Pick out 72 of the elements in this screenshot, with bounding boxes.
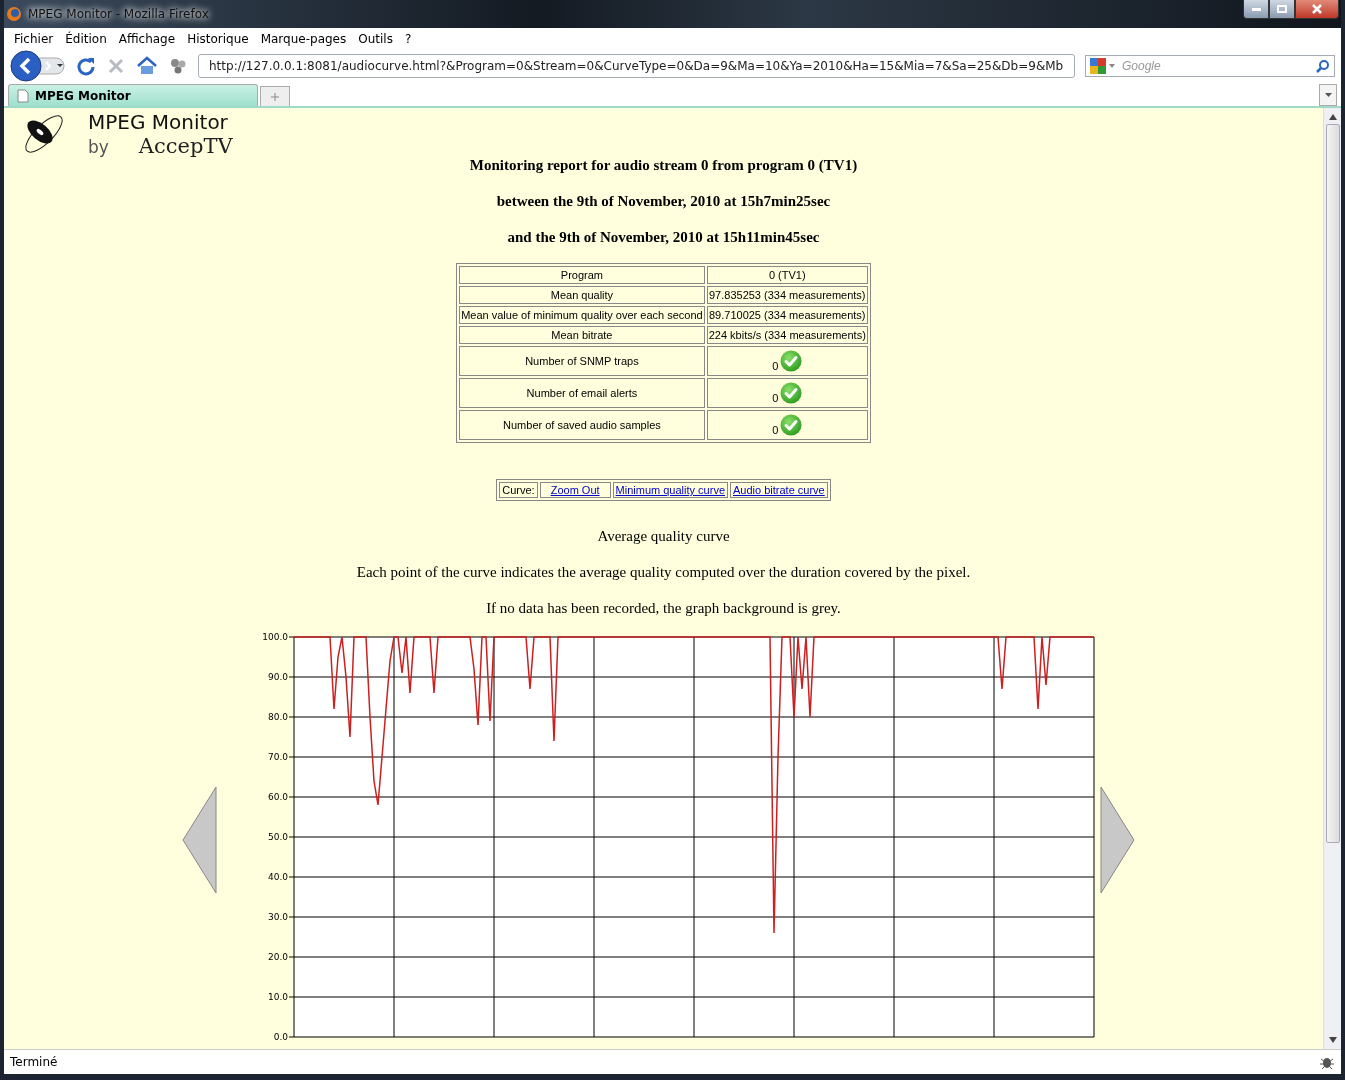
check-icon (780, 382, 803, 404)
table-cell: Mean quality (459, 286, 705, 304)
window-title: MPEG Monitor - Mozilla Firefox (28, 7, 210, 21)
table-cell: Program (459, 266, 705, 284)
check-icon (780, 350, 803, 372)
menu-item[interactable]: Marque-pages (254, 32, 353, 46)
report-heading: and the 9th of November, 2010 at 15h11min45sec (507, 228, 820, 247)
report-heading: Monitoring report for audio stream 0 from program 0 (TV1) (469, 156, 858, 175)
curve-link[interactable]: Minimum quality curve (615, 484, 725, 496)
table-cell: Mean bitrate (459, 326, 705, 344)
count-value: 0 (772, 424, 779, 436)
scroll-up-icon[interactable] (1328, 114, 1337, 120)
search-field[interactable]: Google (1085, 55, 1335, 77)
search-icon[interactable] (1316, 59, 1330, 73)
menu-item[interactable]: Historique (181, 32, 255, 46)
table-cell: Number of SNMP traps (459, 346, 705, 376)
menu-item[interactable]: ? (398, 32, 418, 46)
firefox-icon (6, 6, 22, 22)
table-cell: Mean value of minimum quality over each second (459, 306, 705, 324)
back-icon[interactable] (10, 50, 66, 82)
table-cell: Number of email alerts (459, 378, 705, 408)
y-tick-label: 20.0 (267, 952, 288, 962)
google-icon (1090, 58, 1116, 74)
table-cell: Number of saved audio samples (459, 410, 705, 440)
count-value: 0 (772, 392, 779, 404)
logo-title: MPEG Monitor (88, 110, 229, 134)
description-text: Average quality curve (597, 527, 730, 546)
menu-item[interactable]: Outils (352, 32, 399, 46)
table-cell: 0 (TV1) (706, 266, 868, 284)
menu-item[interactable]: Édition (59, 32, 113, 46)
logo-brand: AccepTV (138, 134, 233, 158)
description-text: If no data has been recorded, the graph background is grey. (486, 599, 841, 618)
y-tick-label: 70.0 (267, 752, 288, 762)
browser-tab[interactable]: MPEG Monitor (8, 84, 258, 106)
y-tick-label: 60.0 (267, 792, 288, 802)
y-tick-label: 10.0 (267, 992, 288, 1002)
close-icon (1312, 4, 1322, 14)
table-cell: 97.835253 (334 measurements) (706, 286, 868, 304)
table-cell: 224 kbits/s (334 measurements) (706, 326, 868, 344)
report-heading: between the 9th of November, 2010 at 15h7min25sec (496, 192, 831, 211)
table-cell: 89.710025 (334 measurements) (706, 306, 868, 324)
count-value: 0 (772, 360, 779, 372)
caret-icon (1324, 93, 1332, 97)
curve-link[interactable]: Zoom Out (542, 484, 608, 496)
scroll-down-icon[interactable] (1328, 1037, 1337, 1043)
page-icon (17, 88, 29, 103)
minimize-icon (1251, 7, 1261, 11)
logo-by: by (88, 137, 109, 157)
home-icon[interactable] (136, 56, 158, 76)
maximize-icon (1277, 5, 1287, 13)
status-text: Terminé (10, 1055, 59, 1069)
menu-item[interactable]: Fichier (8, 32, 60, 46)
plus-icon (271, 92, 279, 101)
y-tick-label: 100.0 (262, 632, 288, 642)
description-text: Each point of the curve indicates the average quality computed over the duration covered by the pixel. (356, 563, 971, 582)
check-icon (780, 414, 803, 436)
y-tick-label: 0.0 (273, 1032, 288, 1042)
y-tick-label: 40.0 (267, 872, 288, 882)
menu-item[interactable]: Affichage (112, 32, 182, 46)
maximize-button[interactable] (1269, 0, 1295, 19)
reload-icon[interactable] (76, 56, 96, 76)
y-tick-label: 90.0 (267, 672, 288, 682)
minimize-button[interactable] (1243, 0, 1269, 19)
y-tick-label: 50.0 (267, 832, 288, 842)
y-tick-label: 30.0 (267, 912, 288, 922)
close-button[interactable] (1295, 0, 1339, 19)
table-cell: Curve: (499, 482, 538, 498)
url-field[interactable]: http://127.0.0.1:8081/audiocurve.html?&Program=0&Stream=0&CurveType=0&Da=9&Ma=10&Ya=2010&Ha=15&Mia=7&Sa=25&Db=9&Mb (198, 54, 1075, 78)
curve-link[interactable]: Audio bitrate curve (733, 484, 825, 496)
tab-list-button[interactable] (1319, 84, 1337, 106)
y-tick-label: 80.0 (267, 712, 288, 722)
addon-icon[interactable] (168, 56, 188, 76)
